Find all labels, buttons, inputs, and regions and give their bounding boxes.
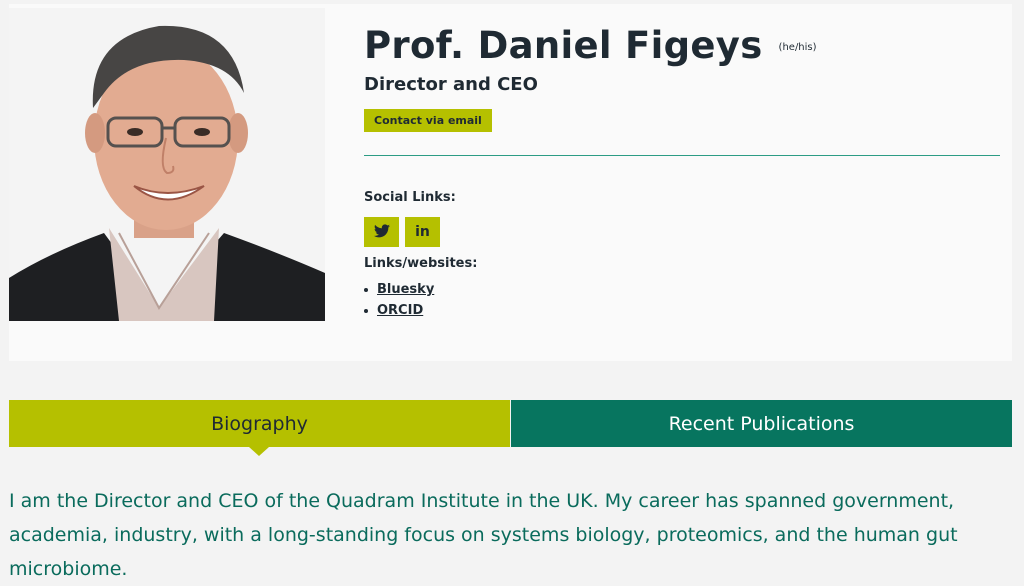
bullet [364,308,368,313]
profile-role: Director and CEO [364,74,538,95]
biography-text: I am the Director and CEO of the Quadram… [9,490,958,580]
bluesky-link[interactable]: Bluesky [377,282,434,297]
links-websites-label: Links/websites: [364,256,478,271]
twitter-icon [373,223,390,242]
profile-name: Prof. Daniel Figeys [364,24,763,67]
profile-info: Prof. Daniel Figeys (he/his) Director an… [364,24,1004,132]
tab-biography[interactable]: Biography [9,400,510,447]
pronouns: (he/his) [778,42,817,53]
linkedin-icon: in [415,224,430,240]
list-item: ORCID [364,303,434,318]
profile-photo [9,8,325,321]
tab-recent-publications[interactable]: Recent Publications [511,400,1012,447]
linkedin-button[interactable]: in [405,217,440,247]
social-links-label: Social Links: [364,190,456,205]
contact-email-button[interactable]: Contact via email [364,109,492,132]
list-item: Bluesky [364,282,434,297]
twitter-button[interactable] [364,217,399,247]
active-tab-indicator [249,447,269,456]
orcid-link[interactable]: ORCID [377,303,423,318]
divider [364,155,1000,156]
links-list: Bluesky ORCID [364,282,434,324]
bullet [364,287,368,292]
